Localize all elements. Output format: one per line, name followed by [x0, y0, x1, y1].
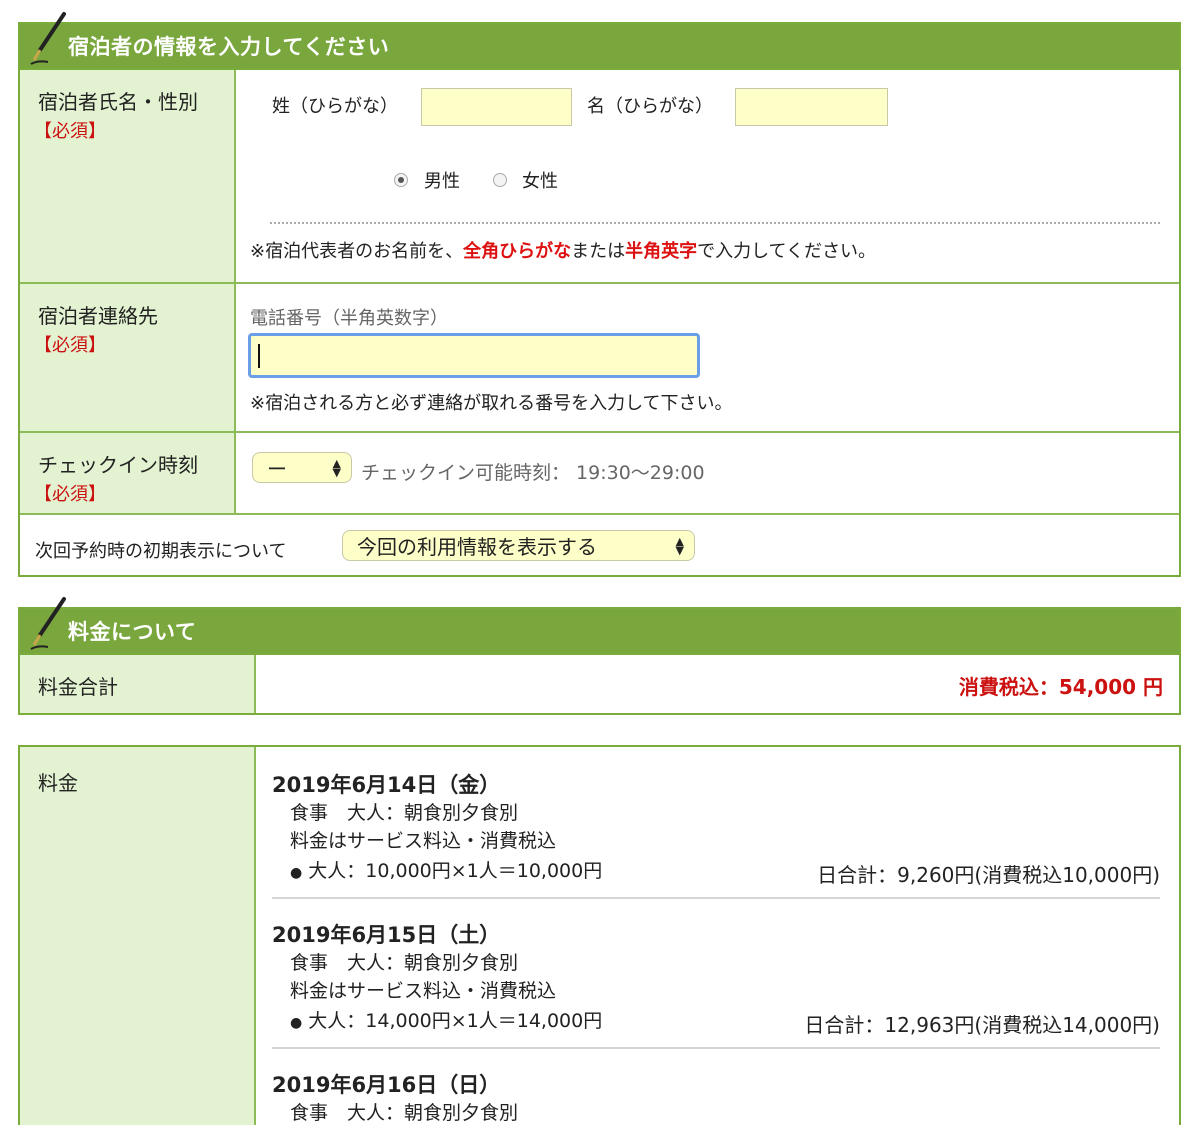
name-gender-label-cell: 宿泊者氏名・性別 【必須】 — [20, 70, 236, 282]
checkin-time-selected: ー — [267, 457, 287, 481]
dotted-divider — [270, 222, 1160, 224]
fee-header: 料金について — [20, 597, 1179, 655]
day-meal: 食事 大人：朝食別夕食別 — [290, 802, 519, 824]
breakdown-label: 料金 — [38, 771, 78, 795]
breakdown-content: 2019年6月14日（金） 食事 大人：朝食別夕食別 料金はサービス料込・消費税… — [256, 747, 1179, 1125]
day-separator — [272, 897, 1160, 899]
gender-female-radio[interactable] — [493, 173, 507, 187]
guest-info-header: 宿泊者の情報を入力してください — [20, 12, 1179, 70]
day-detail: 大人：14,000円×1人＝14,000円 — [308, 1010, 603, 1032]
name-note-highlight-alpha: 半角英字 — [625, 241, 698, 262]
bullet-icon: ● — [290, 865, 303, 881]
gender-female-label[interactable]: 女性 — [522, 167, 558, 193]
required-badge: 【必須】 — [34, 335, 106, 356]
fee-title: 料金について — [68, 620, 197, 644]
first-name-label: 名（ひらがな） — [587, 96, 713, 117]
next-display-selected: 今回の利用情報を表示する — [357, 535, 597, 559]
contact-label: 宿泊者連絡先 — [38, 304, 158, 328]
checkin-label: チェックイン時刻 — [38, 453, 198, 477]
guest-info-title: 宿泊者の情報を入力してください — [68, 35, 390, 59]
name-note-mid: または — [571, 241, 626, 262]
gender-male-label[interactable]: 男性 — [424, 167, 460, 193]
day-meal: 食事 大人：朝食別夕食別 — [290, 1102, 519, 1124]
select-arrows-icon: ▲ ▼ — [675, 534, 684, 557]
next-display-label: 次回予約時の初期表示について — [35, 541, 287, 562]
name-note: ※宿泊代表者のお名前を、全角ひらがなまたは半角英字で入力してください。 — [250, 237, 876, 263]
name-note-suffix: で入力してください。 — [697, 241, 877, 262]
breakdown-row: 料金 2019年6月14日（金） 食事 大人：朝食別夕食別 料金はサービス料込・… — [20, 747, 1179, 1125]
checkin-label-cell: チェックイン時刻 【必須】 — [20, 433, 236, 513]
breakdown-label-cell: 料金 — [20, 747, 256, 1125]
fee-total-label-cell: 料金合計 — [20, 655, 256, 713]
fountain-pen-icon — [30, 12, 66, 65]
fountain-pen-icon — [30, 597, 66, 650]
contact-content: 電話番号（半角英数字） ※宿泊される方と必ず連絡が取れる番号を入力して下さい。 — [236, 284, 1179, 431]
first-name-input[interactable] — [735, 88, 888, 126]
last-name-input[interactable] — [421, 88, 572, 126]
checkin-hint: チェックイン可能時刻： 19:30〜29:00 — [361, 462, 705, 484]
guest-info-panel: 宿泊者の情報を入力してください 宿泊者氏名・性別 【必須】 姓（ひらがな） 名（… — [18, 12, 1181, 577]
day-tax-note: 料金はサービス料込・消費税込 — [290, 980, 557, 1002]
text-cursor-icon — [258, 344, 260, 368]
checkin-time-select[interactable]: ー ▲ ▼ — [252, 452, 352, 483]
fee-panel: 料金について 料金合計 消費税込：54,000 円 — [18, 597, 1181, 715]
day-block: 2019年6月14日（金） 食事 大人：朝食別夕食別 料金はサービス料込・消費税… — [272, 769, 1160, 899]
day-meal: 食事 大人：朝食別夕食別 — [290, 952, 519, 974]
name-gender-content: 姓（ひらがな） 名（ひらがな） 男性 女性 ※宿泊代表者のお名前を、全角ひらがな… — [236, 70, 1179, 282]
required-badge: 【必須】 — [34, 121, 106, 142]
next-display-content: 次回予約時の初期表示について 今回の利用情報を表示する ▲ ▼ — [20, 515, 1179, 577]
day-total: 日合計：9,260円(消費税込10,000円) — [817, 863, 1160, 887]
next-display-row: 次回予約時の初期表示について 今回の利用情報を表示する ▲ ▼ — [20, 515, 1179, 577]
bullet-icon: ● — [290, 1015, 303, 1031]
name-note-prefix: ※宿泊代表者のお名前を、 — [250, 241, 464, 262]
phone-input[interactable] — [248, 333, 700, 378]
checkin-row: チェックイン時刻 【必須】 ー ▲ ▼ チェックイン可能時刻： 19:30〜29:… — [20, 433, 1179, 515]
day-date: 2019年6月16日（日） — [272, 1073, 501, 1097]
checkin-content: ー ▲ ▼ チェックイン可能時刻： 19:30〜29:00 — [236, 433, 1179, 513]
name-gender-row: 宿泊者氏名・性別 【必須】 姓（ひらがな） 名（ひらがな） 男性 女性 ※宿泊代… — [20, 70, 1179, 284]
name-note-highlight-hiragana: 全角ひらがな — [463, 241, 572, 262]
fee-breakdown-panel: 料金 2019年6月14日（金） 食事 大人：朝食別夕食別 料金はサービス料込・… — [18, 745, 1181, 1125]
day-total: 日合計：12,963円(消費税込14,000円) — [804, 1013, 1160, 1037]
day-detail: 大人：10,000円×1人＝10,000円 — [308, 860, 603, 882]
gender-male-radio[interactable] — [394, 173, 408, 187]
fee-total-content: 消費税込：54,000 円 — [256, 655, 1179, 713]
phone-note: ※宿泊される方と必ず連絡が取れる番号を入力して下さい。 — [250, 393, 733, 414]
fee-total-value: 消費税込：54,000 円 — [958, 675, 1163, 699]
day-block: 2019年6月15日（土） 食事 大人：朝食別夕食別 料金はサービス料込・消費税… — [272, 919, 1160, 1049]
contact-label-cell: 宿泊者連絡先 【必須】 — [20, 284, 236, 431]
day-tax-note: 料金はサービス料込・消費税込 — [290, 830, 557, 852]
day-block: 2019年6月16日（日） 食事 大人：朝食別夕食別 — [272, 1069, 1160, 1129]
phone-label: 電話番号（半角英数字） — [250, 308, 448, 329]
day-separator — [272, 1047, 1160, 1049]
name-gender-label: 宿泊者氏名・性別 — [38, 90, 198, 114]
last-name-label: 姓（ひらがな） — [272, 96, 398, 117]
contact-row: 宿泊者連絡先 【必須】 電話番号（半角英数字） ※宿泊される方と必ず連絡が取れる… — [20, 284, 1179, 433]
required-badge: 【必須】 — [34, 484, 106, 505]
next-display-select[interactable]: 今回の利用情報を表示する ▲ ▼ — [342, 530, 695, 561]
day-date: 2019年6月15日（土） — [272, 923, 501, 947]
fee-total-label: 料金合計 — [38, 675, 118, 699]
day-date: 2019年6月14日（金） — [272, 773, 501, 797]
fee-total-row: 料金合計 消費税込：54,000 円 — [20, 655, 1179, 713]
select-arrows-icon: ▲ ▼ — [332, 456, 341, 479]
